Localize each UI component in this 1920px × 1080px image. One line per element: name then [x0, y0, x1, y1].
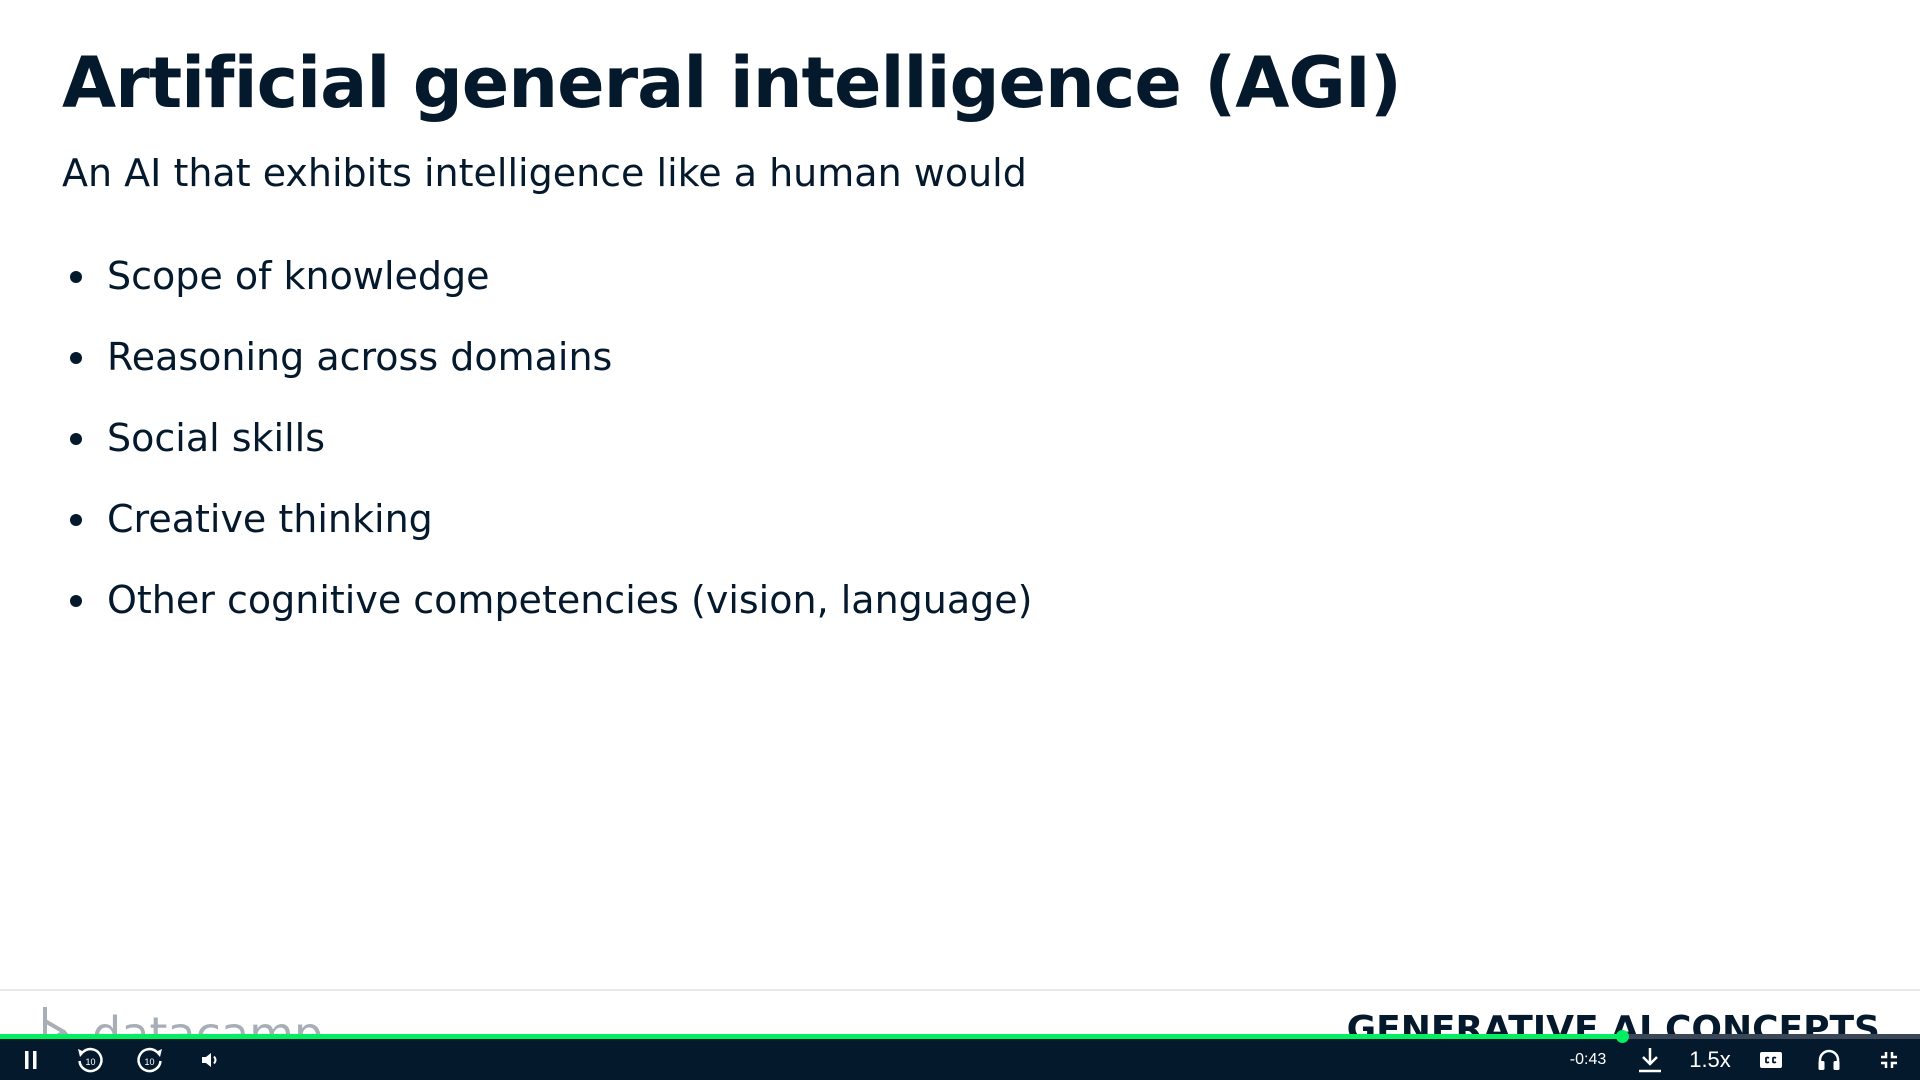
forward-10-icon: 10: [137, 1047, 162, 1072]
bullet-dot: [70, 352, 82, 364]
download-button[interactable]: [1634, 1039, 1666, 1080]
slide-canvas: Artificial general intelligence (AGI) An…: [0, 0, 1920, 1035]
volume-icon: [202, 1052, 217, 1067]
datacamp-logo: datacamp: [40, 1005, 323, 1035]
bullet-list: Scope of knowledge Reasoning across doma…: [62, 246, 1032, 651]
pause-button[interactable]: [14, 1039, 48, 1080]
bullet-dot: [70, 595, 82, 607]
rewind-seconds-label: 10: [85, 1057, 95, 1067]
exit-fullscreen-icon: [1881, 1051, 1897, 1068]
headphones-icon: [1818, 1049, 1840, 1070]
progress-bar[interactable]: [0, 1030, 1920, 1043]
captions-button[interactable]: [1756, 1039, 1786, 1080]
bullet-dot: [70, 514, 82, 526]
playback-speed-button[interactable]: 1.5x: [1684, 1039, 1736, 1080]
bullet-dot: [70, 433, 82, 445]
bullet-text: Creative thinking: [107, 497, 433, 541]
bullet-text: Other cognitive competencies (vision, la…: [107, 578, 1033, 622]
exit-fullscreen-button[interactable]: [1874, 1039, 1904, 1080]
pause-icon: [25, 1050, 37, 1069]
datacamp-logo-icon: [43, 1007, 70, 1035]
volume-button[interactable]: [196, 1039, 226, 1080]
download-icon: [1639, 1047, 1661, 1072]
time-remaining: -0:43: [1569, 1050, 1607, 1068]
rewind-10-button[interactable]: 10: [72, 1039, 108, 1080]
audio-only-button[interactable]: [1814, 1039, 1844, 1080]
bullet-item: Social skills: [62, 408, 1032, 489]
bullet-dot: [70, 271, 82, 283]
rewind-10-icon: 10: [78, 1047, 103, 1072]
bullet-text: Scope of knowledge: [107, 254, 490, 298]
datacamp-logo-text: datacamp: [92, 1007, 324, 1035]
progress-fill: [0, 1034, 1623, 1039]
slide-subtitle: An AI that exhibits intelligence like a …: [62, 151, 1027, 195]
course-name: GENERATIVE AI CONCEPTS: [1346, 1009, 1880, 1036]
video-control-bar: 10 10 -0:43 1.5x: [0, 1039, 1920, 1080]
bullet-text: Reasoning across domains: [107, 335, 613, 379]
bullet-item: Reasoning across domains: [62, 327, 1032, 408]
captions-icon: [1760, 1051, 1782, 1068]
bullet-item: Other cognitive competencies (vision, la…: [62, 570, 1032, 651]
bullet-text: Social skills: [107, 416, 326, 460]
slide-footer-divider: [0, 989, 1920, 991]
bullet-item: Scope of knowledge: [62, 246, 1032, 327]
bullet-item: Creative thinking: [62, 489, 1032, 570]
forward-seconds-label: 10: [144, 1057, 154, 1067]
slide-title: Artificial general intelligence (AGI): [62, 42, 1402, 124]
forward-10-button[interactable]: 10: [132, 1039, 168, 1080]
